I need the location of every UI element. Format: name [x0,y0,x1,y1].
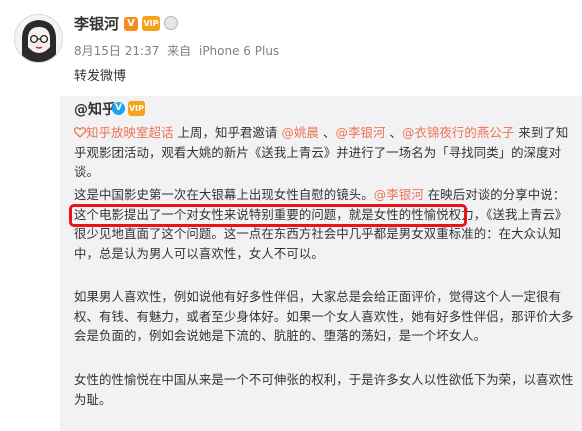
mention-link[interactable]: @衣锦夜行的燕公子 [402,125,514,140]
avatar-illustration [15,15,62,62]
verified-badge-icon[interactable]: V [124,17,138,31]
quoted-author[interactable]: @知乎 [74,100,116,120]
author-name[interactable]: 李银河 [74,14,119,34]
highlight-annotation-box [69,204,467,227]
author-avatar[interactable] [14,14,63,63]
post-header: 李银河 V VIP 8月15日 21:37 来自 iPhone 6 Plus 转… [0,0,582,100]
post-meta: 8月15日 21:37 来自 iPhone 6 Plus [74,43,283,59]
quoted-post[interactable]: @知乎 V VIP 知乎放映室超话 上周，知乎君邀请 @姚晨 、@李银河 、@衣… [60,96,582,431]
quoted-paragraph-3: 如果男人喜欢性，例如说他有好多性伴侣，大家总是会给正面评价，觉得这个人一定很有权… [74,289,574,343]
repost-content: 转发微博 [74,69,127,84]
post-device[interactable]: iPhone 6 Plus [199,44,279,58]
mention-link[interactable]: @李银河 [374,187,424,202]
topic-label: 知乎放映室超话 [86,125,174,140]
source-prefix: 来自 [167,44,192,58]
post-date[interactable]: 8月15日 21:37 [74,44,159,58]
p1-text-1: 上周，知乎君邀请 [177,125,282,140]
quoted-paragraph-4: 女性的性愉悦在中国从来是一个不可伸张的权利，于是许多女人以性欲低下为荣，以喜欢性… [74,372,574,407]
quoted-verified-icon[interactable]: V [112,102,125,115]
topic-link[interactable]: 知乎放映室超话 [73,125,177,140]
medal-icon[interactable] [164,16,178,30]
vip-badge-icon[interactable]: VIP [142,16,160,31]
quoted-paragraph-1: 知乎放映室超话 上周，知乎君邀请 @姚晨 、@李银河 、@衣锦夜行的燕公子 来到… [73,123,574,182]
separator: 、 [385,125,402,140]
topic-icon [73,127,87,138]
quoted-vip-icon[interactable]: VIP [128,101,145,116]
mention-link[interactable]: @李银河 [335,125,385,140]
mention-link[interactable]: @姚晨 [281,125,318,140]
separator: 、 [318,125,336,140]
p2-text-1: 这是中国影史第一次在大银幕上出现女性自慰的镜头。 [74,187,374,202]
